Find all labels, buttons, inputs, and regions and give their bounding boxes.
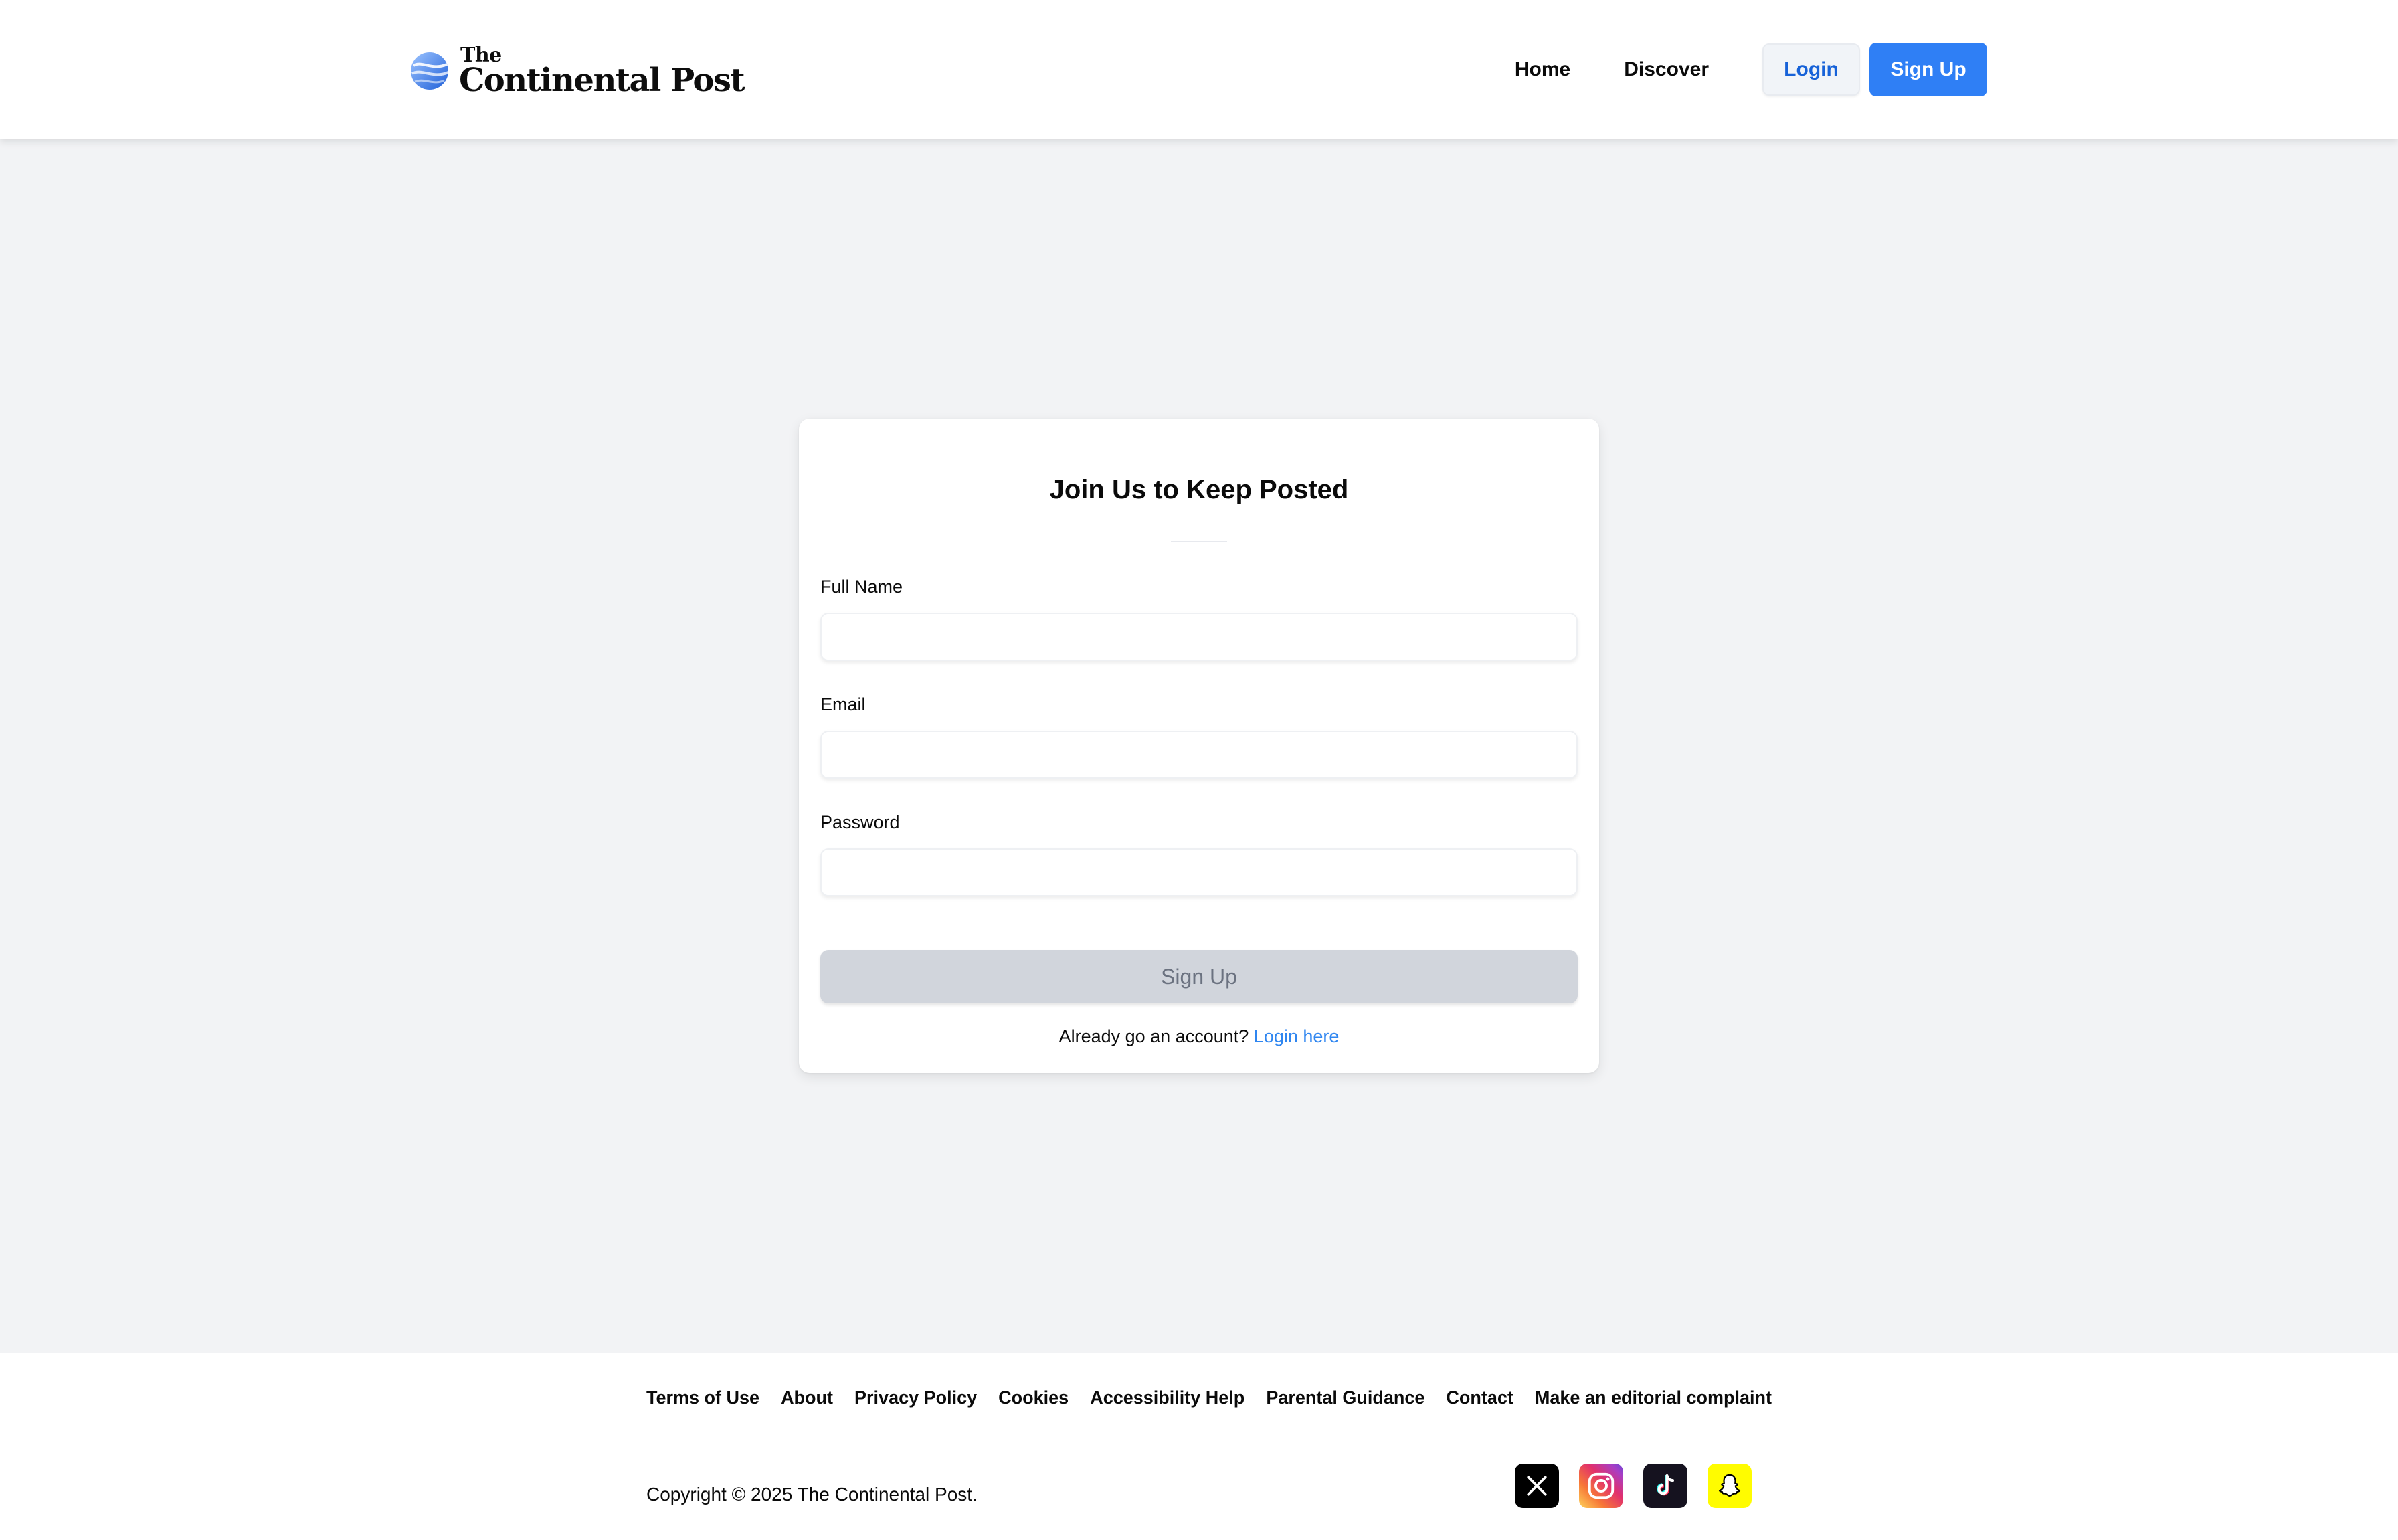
instagram-glyph [1588,1472,1615,1499]
title-divider [1171,541,1227,542]
footer-link-about[interactable]: About [781,1387,833,1408]
footer-links: Terms of Use About Privacy Policy Cookie… [646,1387,1772,1408]
footer-link-accessibility[interactable]: Accessibility Help [1090,1387,1244,1408]
full-name-label: Full Name [820,577,903,597]
email-label: Email [820,694,866,714]
snapchat-glyph [1718,1474,1741,1497]
password-input[interactable] [820,848,1578,896]
login-prompt-text: Already go an account? [1058,1026,1249,1046]
email-input[interactable] [820,731,1578,779]
globe-logo-icon [411,52,449,90]
password-label: Password [820,812,900,832]
full-name-input[interactable] [820,613,1578,661]
footer-link-parental[interactable]: Parental Guidance [1266,1387,1424,1408]
site-logo[interactable]: The Continental Post [409,44,745,99]
footer-link-terms[interactable]: Terms of Use [646,1387,759,1408]
signup-button[interactable]: Sign Up [1869,43,1987,96]
footer-link-complaint[interactable]: Make an editorial complaint [1535,1387,1772,1408]
logo-wordmark: The Continental Post [459,45,745,99]
nav-discover-link[interactable]: Discover [1624,58,1709,81]
site-header: The Continental Post Home Discover Login… [0,0,2398,139]
signup-card: Join Us to Keep Posted Full Name Email P… [799,419,1599,1073]
tiktok-icon[interactable] [1643,1464,1687,1508]
x-glyph [1527,1476,1547,1496]
tiktok-glyph [1657,1474,1674,1496]
footer-link-cookies[interactable]: Cookies [998,1387,1069,1408]
logo-name: Continental Post [459,62,745,99]
footer-link-privacy[interactable]: Privacy Policy [854,1387,977,1408]
instagram-icon[interactable] [1579,1464,1623,1508]
main-nav: Home Discover Login Sign Up [1515,43,1987,96]
site-footer: Terms of Use About Privacy Policy Cookie… [0,1353,2398,1540]
social-links [1515,1464,1752,1508]
footer-link-contact[interactable]: Contact [1446,1387,1513,1408]
login-button[interactable]: Login [1762,43,1860,96]
login-prompt-line: Already go an account? Login here [799,1026,1599,1047]
form-title: Join Us to Keep Posted [1049,475,1349,504]
submit-signup-button[interactable]: Sign Up [820,950,1578,1003]
login-here-link[interactable]: Login here [1254,1026,1340,1046]
nav-home-link[interactable]: Home [1515,58,1570,81]
snapchat-icon[interactable] [1708,1464,1752,1508]
x-icon[interactable] [1515,1464,1559,1508]
copyright-text: Copyright © 2025 The Continental Post. [646,1484,978,1505]
